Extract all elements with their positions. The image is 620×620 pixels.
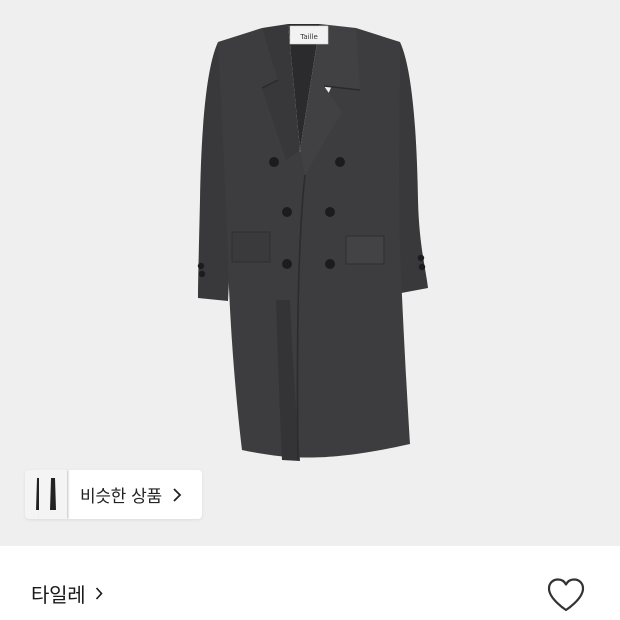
similar-thumbnail xyxy=(39,470,67,519)
brand-link[interactable]: 타일레 xyxy=(31,579,104,608)
coat-photo: Taille xyxy=(197,24,428,461)
product-image[interactable]: Taille 비슷한 상품 xyxy=(0,0,620,546)
similar-thumbnails xyxy=(25,470,67,519)
similar-products-label: 비슷한 상품 xyxy=(80,487,162,507)
chevron-right-icon xyxy=(96,587,103,600)
brand-name: 타일레 xyxy=(31,583,86,607)
wishlist-button[interactable] xyxy=(546,577,586,613)
heart-outline-icon xyxy=(547,578,585,612)
product-detail-screen: Taille 비슷한 상품 타일레 xyxy=(0,0,620,620)
similar-products-button[interactable]: 비슷한 상품 xyxy=(25,470,202,519)
coat-label-tag: Taille xyxy=(299,33,318,41)
chevron-right-icon xyxy=(173,487,182,502)
product-info-bar: 타일레 xyxy=(0,546,620,620)
